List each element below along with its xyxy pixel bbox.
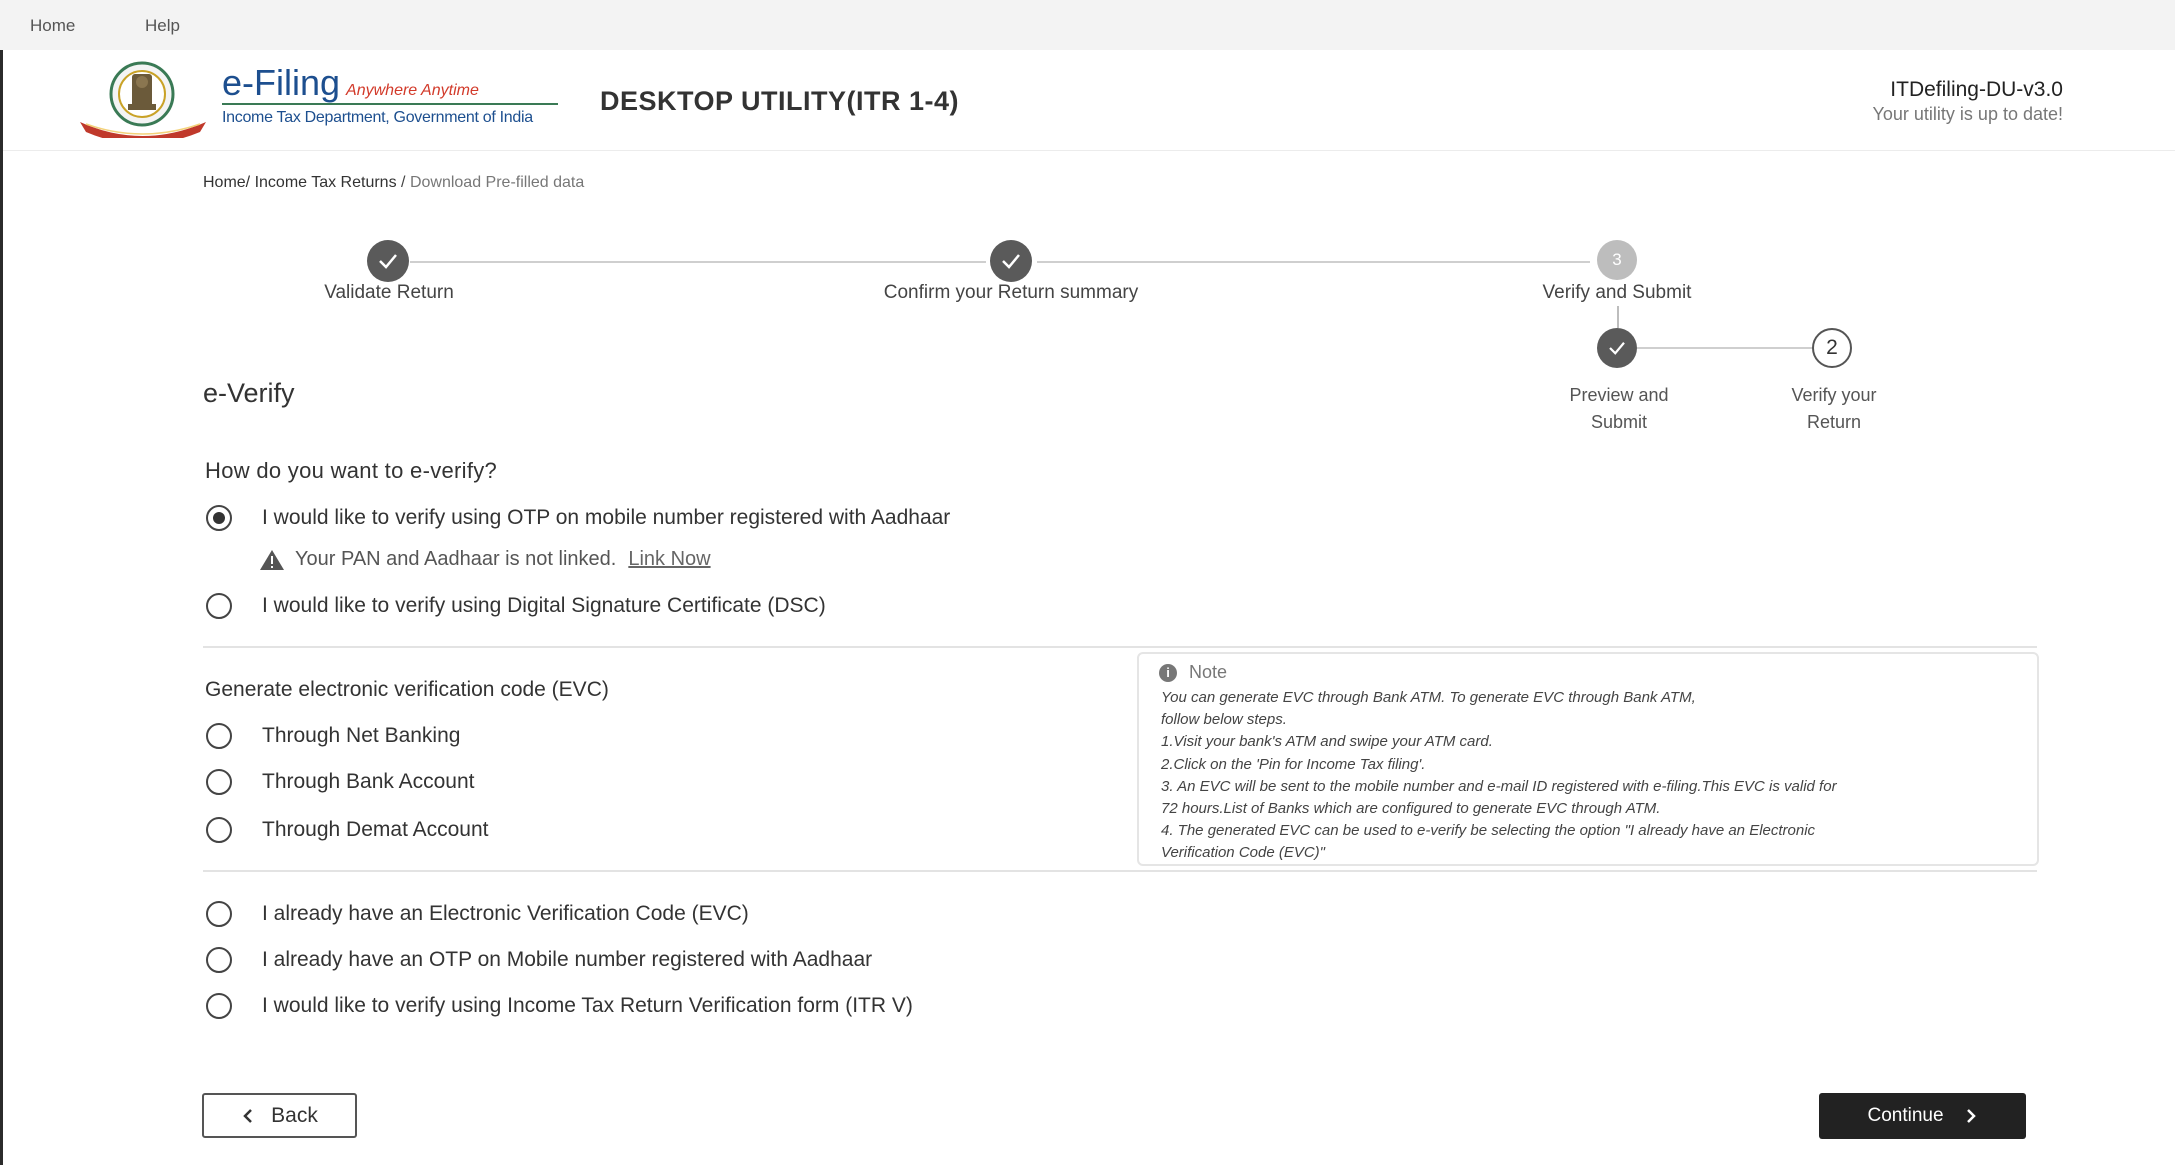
breadcrumb-home[interactable]: Home/ — [203, 174, 250, 191]
substep-1-label: Preview and Submit — [1569, 385, 1669, 432]
substep-connector — [1617, 306, 1619, 328]
back-button[interactable]: Back — [202, 1093, 357, 1138]
brand-tagline: Anywhere Anytime — [346, 82, 479, 99]
substep-connector — [1637, 347, 1812, 349]
section-divider — [203, 870, 2037, 872]
option-demat-account-label: Through Demat Account — [262, 818, 489, 841]
radio-unselected-icon[interactable] — [206, 817, 232, 843]
radio-unselected-icon[interactable] — [206, 947, 232, 973]
radio-unselected-icon[interactable] — [206, 723, 232, 749]
version-label: ITDefiling-DU-v3.0 — [1890, 78, 2063, 101]
header-divider — [3, 150, 2175, 151]
breadcrumb-itr[interactable]: Income Tax Returns — [255, 174, 397, 191]
menu-help[interactable]: Help — [145, 16, 180, 36]
option-have-evc-label: I already have an Electronic Verificatio… — [262, 902, 749, 925]
continue-button[interactable]: Continue — [1819, 1093, 2026, 1139]
stepper-connector — [1037, 261, 1590, 263]
stepper-connector — [410, 261, 986, 263]
substep-2-label: Verify your Return — [1791, 385, 1877, 432]
brand-block: e-Filing Anywhere Anytime — [222, 62, 479, 104]
option-have-otp-label: I already have an OTP on Mobile number r… — [262, 948, 873, 971]
option-demat-account[interactable]: Through Demat Account — [206, 817, 488, 843]
option-dsc[interactable]: I would like to verify using Digital Sig… — [206, 593, 826, 619]
note-line: Verification Code (EVC)" — [1161, 844, 1325, 862]
step-3-label: Verify and Submit — [1542, 282, 1692, 303]
breadcrumb: Home/ Income Tax Returns / Download Pre-… — [203, 174, 584, 192]
brand-divider — [222, 103, 558, 105]
page-title: e-Verify — [203, 378, 295, 408]
substep-1-check-icon — [1597, 328, 1637, 368]
version-status: Your utility is up to date! — [1872, 104, 2063, 124]
brand-title: e-Filing — [222, 62, 341, 103]
note-header: i Note — [1159, 662, 2015, 683]
warning-icon — [260, 549, 284, 570]
option-bank-account-label: Through Bank Account — [262, 770, 475, 793]
radio-unselected-icon[interactable] — [206, 901, 232, 927]
radio-unselected-icon[interactable] — [206, 769, 232, 795]
step-1-label: Validate Return — [324, 282, 454, 303]
info-icon: i — [1159, 663, 1177, 682]
chevron-right-icon — [1966, 1109, 1976, 1123]
section-divider — [203, 646, 2037, 648]
radio-unselected-icon[interactable] — [206, 993, 232, 1019]
option-net-banking[interactable]: Through Net Banking — [206, 723, 460, 749]
note-line: 2.Click on the 'Pin for Income Tax filin… — [1161, 755, 1426, 773]
evc-section-title: Generate electronic verification code (E… — [205, 678, 609, 701]
continue-button-label: Continue — [1867, 1105, 1944, 1126]
option-otp-aadhaar[interactable]: I would like to verify using OTP on mobi… — [206, 505, 950, 531]
app-title: DESKTOP UTILITY(ITR 1-4) — [600, 86, 960, 116]
note-title: Note — [1189, 662, 1228, 682]
note-line: 3. An EVC will be sent to the mobile num… — [1161, 777, 1837, 795]
brand-subtitle: Income Tax Department, Government of Ind… — [222, 109, 533, 126]
breadcrumb-current: Download Pre-filled data — [409, 174, 585, 191]
option-itr-v-label: I would like to verify using Income Tax … — [262, 994, 913, 1017]
back-button-label: Back — [271, 1103, 318, 1127]
option-have-evc[interactable]: I already have an Electronic Verificatio… — [206, 901, 749, 927]
pan-aadhaar-warning: Your PAN and Aadhaar is not linked. Link… — [259, 548, 711, 571]
emblem-logo-icon — [80, 61, 206, 138]
option-otp-aadhaar-label: I would like to verify using OTP on mobi… — [262, 506, 951, 529]
menu-home[interactable]: Home — [30, 16, 75, 36]
top-menubar: Home Help — [0, 0, 2175, 50]
note-line: follow below steps. — [1161, 711, 1287, 729]
note-line: 4. The generated EVC can be used to e-ve… — [1161, 822, 1816, 840]
option-itr-v[interactable]: I would like to verify using Income Tax … — [206, 993, 913, 1019]
step-2-check-icon — [990, 240, 1032, 282]
option-have-otp[interactable]: I already have an OTP on Mobile number r… — [206, 947, 872, 973]
step-1-check-icon — [367, 240, 409, 282]
option-bank-account[interactable]: Through Bank Account — [206, 769, 474, 795]
substep-2-badge: 2 — [1812, 328, 1852, 368]
evc-note-box: i Note You can generate EVC through Bank… — [1137, 652, 2039, 866]
question-label: How do you want to e-verify? — [205, 458, 498, 483]
warning-text: Your PAN and Aadhaar is not linked. — [295, 548, 617, 570]
step-2-label: Confirm your Return summary — [883, 282, 1139, 303]
option-net-banking-label: Through Net Banking — [262, 724, 461, 747]
step-3-badge: 3 — [1597, 240, 1637, 280]
chevron-left-icon — [243, 1108, 253, 1123]
breadcrumb-separator: / — [401, 174, 406, 191]
note-line: 72 hours.List of Banks which are configu… — [1161, 800, 1661, 818]
note-line: You can generate EVC through Bank ATM. T… — [1161, 689, 1696, 706]
radio-unselected-icon[interactable] — [206, 593, 232, 619]
window-left-edge — [0, 50, 3, 1165]
link-now-link[interactable]: Link Now — [628, 548, 710, 571]
radio-selected-icon[interactable] — [206, 505, 232, 531]
note-line: 1.Visit your bank's ATM and swipe your A… — [1161, 733, 1493, 751]
option-dsc-label: I would like to verify using Digital Sig… — [262, 594, 826, 617]
